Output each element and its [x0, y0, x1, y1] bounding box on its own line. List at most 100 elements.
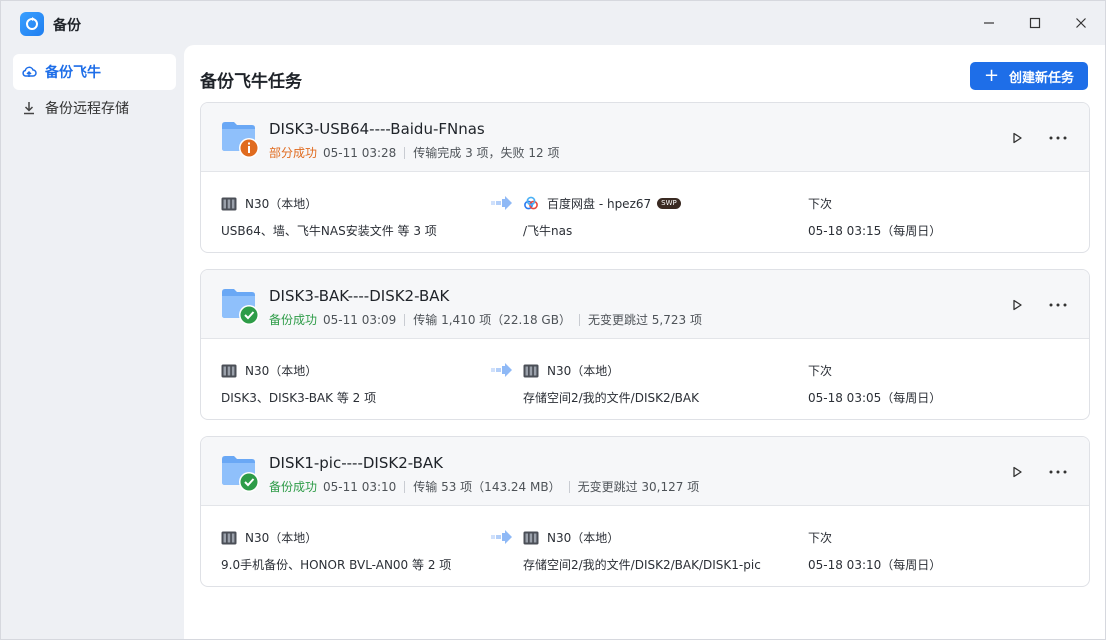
folder-success-icon — [221, 454, 259, 492]
nas-device-icon — [523, 364, 539, 378]
task-card[interactable]: DISK3-USB64----Baidu-FNnas 部分成功 05-11 03… — [200, 102, 1090, 253]
run-button[interactable] — [1006, 461, 1028, 483]
status-badge: 部分成功 — [269, 146, 318, 160]
transfer-arrow-icon — [491, 363, 513, 380]
next-run-time: 05-18 03:15（每周日） — [808, 224, 942, 238]
main-panel: 备份飞牛任务 + 创建新任务 DISK3-USB64----Baidu-FNna… — [184, 45, 1105, 639]
create-task-label: 创建新任务 — [1009, 70, 1075, 86]
source-device: N30（本地） — [221, 362, 317, 379]
more-button[interactable] — [1047, 294, 1069, 316]
task-name: DISK3-USB64----Baidu-FNnas — [269, 120, 485, 138]
sidebar-item-backup-remote[interactable]: 备份远程存储 — [13, 90, 176, 126]
backup-app-logo-icon — [20, 12, 44, 36]
source-items: 9.0手机备份、HONOR BVL-AN00 等 2 项 — [221, 558, 452, 572]
task-card[interactable]: DISK1-pic----DISK2-BAK 备份成功 05-11 03:10 … — [200, 436, 1090, 587]
destination-device: 百度网盘 - hpez67 SWP — [523, 195, 681, 212]
destination-device-label: N30（本地） — [547, 364, 620, 378]
task-detail: 传输 1,410 项（22.18 GB） — [413, 313, 571, 327]
task-status-line: 备份成功 05-11 03:10 传输 53 项（143.24 MB） 无变更跳… — [269, 478, 699, 495]
task-status-line: 备份成功 05-11 03:09 传输 1,410 项（22.18 GB） 无变… — [269, 311, 702, 328]
task-time: 05-11 03:10 — [323, 479, 397, 494]
divider — [578, 313, 580, 326]
more-icon — [1049, 470, 1067, 474]
task-detail: 传输 53 项（143.24 MB） — [413, 480, 561, 494]
status-badge: 备份成功 — [269, 480, 318, 494]
run-button[interactable] — [1006, 294, 1028, 316]
play-icon — [1013, 466, 1022, 478]
next-run-time: 05-18 03:10（每周日） — [808, 558, 942, 572]
task-card-body: N30（本地） DISK3、DISK3-BAK 等 2 项 N30（本地） 存储… — [201, 339, 1089, 419]
next-run-label: 下次 — [808, 197, 833, 211]
more-button[interactable] — [1047, 461, 1069, 483]
folder-warning-icon — [221, 120, 259, 158]
run-button[interactable] — [1006, 127, 1028, 149]
more-icon — [1049, 303, 1067, 307]
task-skipped: 无变更跳过 30,127 项 — [577, 480, 700, 494]
nas-device-icon — [221, 364, 237, 378]
next-run-time: 05-18 03:05（每周日） — [808, 391, 942, 405]
create-task-button[interactable]: + 创建新任务 — [970, 62, 1088, 90]
task-card-header: DISK1-pic----DISK2-BAK 备份成功 05-11 03:10 … — [201, 437, 1089, 506]
source-device: N30（本地） — [221, 195, 317, 212]
nas-device-icon — [221, 197, 237, 211]
more-icon — [1049, 136, 1067, 140]
task-card[interactable]: DISK3-BAK----DISK2-BAK 备份成功 05-11 03:09 … — [200, 269, 1090, 420]
destination-path: /飞牛nas — [523, 224, 573, 238]
source-items: DISK3、DISK3-BAK 等 2 项 — [221, 391, 377, 405]
source-device-label: N30（本地） — [245, 364, 318, 378]
folder-success-icon — [221, 287, 259, 325]
next-run-label: 下次 — [808, 531, 833, 545]
account-badge: SWP — [657, 198, 681, 209]
source-device-label: N30（本地） — [245, 531, 318, 545]
task-name: DISK1-pic----DISK2-BAK — [269, 454, 444, 472]
task-card-body: N30（本地） 9.0手机备份、HONOR BVL-AN00 等 2 项 N30… — [201, 506, 1089, 586]
maximize-button[interactable] — [1019, 9, 1051, 37]
task-card-body: N30（本地） USB64、墙、飞牛NAS安装文件 等 3 项 百度网盘 - h… — [201, 172, 1089, 252]
page-title: 备份飞牛任务 — [200, 72, 302, 92]
task-detail: 传输完成 3 项，失败 12 项 — [413, 146, 560, 160]
destination-device: N30（本地） — [523, 529, 619, 546]
destination-path: 存储空间2/我的文件/DISK2/BAK — [523, 391, 699, 405]
source-device-label: N30（本地） — [245, 197, 318, 211]
play-icon — [1013, 299, 1022, 311]
transfer-arrow-icon — [491, 196, 513, 213]
title-bar: 备份 — [1, 1, 1105, 45]
next-run-label: 下次 — [808, 364, 833, 378]
close-icon — [1076, 18, 1086, 28]
destination-device-label: 百度网盘 - hpez67 — [547, 197, 652, 211]
divider — [404, 146, 406, 159]
download-icon — [21, 100, 37, 116]
source-device: N30（本地） — [221, 529, 317, 546]
source-items: USB64、墙、飞牛NAS安装文件 等 3 项 — [221, 224, 437, 238]
destination-device-label: N30（本地） — [547, 531, 620, 545]
app-window: 备份 备份飞牛 备份远程存储 备份飞牛任务 + 创建新任务 DISK3-USB6… — [0, 0, 1106, 640]
task-status-line: 部分成功 05-11 03:28 传输完成 3 项，失败 12 项 — [269, 144, 559, 161]
play-icon — [1013, 132, 1022, 144]
divider — [404, 480, 406, 493]
plus-icon: + — [983, 65, 1000, 86]
destination-path: 存储空间2/我的文件/DISK2/BAK/DISK1-pic — [523, 558, 761, 572]
task-card-header: DISK3-USB64----Baidu-FNnas 部分成功 05-11 03… — [201, 103, 1089, 172]
sidebar-item-label: 备份远程存储 — [45, 101, 129, 117]
close-button[interactable] — [1065, 9, 1097, 37]
minimize-button[interactable] — [973, 9, 1005, 37]
task-time: 05-11 03:28 — [323, 145, 397, 160]
sidebar-item-backup-fnos[interactable]: 备份飞牛 — [13, 54, 176, 90]
destination-device: N30（本地） — [523, 362, 619, 379]
divider — [568, 480, 570, 493]
nas-device-icon — [221, 531, 237, 545]
task-name: DISK3-BAK----DISK2-BAK — [269, 287, 450, 305]
transfer-arrow-icon — [491, 530, 513, 547]
cloud-upload-icon — [21, 64, 37, 80]
status-badge: 备份成功 — [269, 313, 318, 327]
divider — [404, 313, 406, 326]
task-skipped: 无变更跳过 5,723 项 — [587, 313, 702, 327]
more-button[interactable] — [1047, 127, 1069, 149]
task-card-header: DISK3-BAK----DISK2-BAK 备份成功 05-11 03:09 … — [201, 270, 1089, 339]
maximize-icon — [1029, 17, 1041, 29]
task-time: 05-11 03:09 — [323, 312, 397, 327]
nas-device-icon — [523, 531, 539, 545]
minimize-icon — [984, 22, 994, 24]
baidu-netdisk-icon — [523, 196, 539, 212]
sidebar: 备份飞牛 备份远程存储 — [1, 45, 184, 639]
